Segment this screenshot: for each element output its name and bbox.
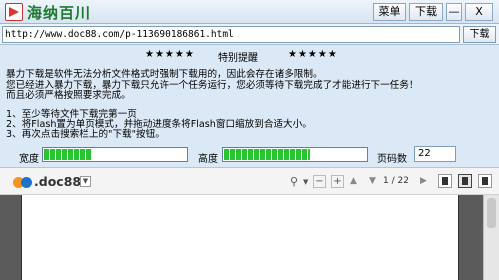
title-bar: 海纳百川 菜单 下载 — X <box>0 0 499 24</box>
notice-paragraph: 暴力下载是软件无法分析文件格式时强制下载用的，因此会存在诸多限制。 <box>6 69 323 80</box>
page-up-icon[interactable]: ▲ <box>350 176 357 186</box>
page-down-icon[interactable]: ▼ <box>369 176 376 186</box>
two-page-view-icon[interactable] <box>478 174 492 188</box>
doc88-logo-icon <box>13 177 33 188</box>
width-slider-fill <box>44 149 92 160</box>
notice-paragraph: 而且必须严格按照要求完成。 <box>6 90 131 101</box>
pages-label: 页码数 <box>377 154 407 165</box>
app-title: 海纳百川 <box>27 4 92 22</box>
height-slider[interactable] <box>222 147 368 162</box>
fit-width-view-icon[interactable] <box>458 174 472 188</box>
width-slider[interactable] <box>42 147 188 162</box>
document-page <box>21 195 459 280</box>
url-download-button[interactable]: 下载 <box>463 26 496 43</box>
height-slider-fill <box>224 149 311 160</box>
address-bar: http://www.doc88.com/p-113690186861.html… <box>0 24 499 45</box>
page-indicator: 1 / 22 <box>383 176 409 186</box>
menu-button[interactable]: 菜单 <box>373 3 406 21</box>
search-icon[interactable]: ⚲ <box>290 175 298 188</box>
viewer-logo-text: .doc88 <box>34 174 82 189</box>
search-dropdown-icon[interactable]: ▼ <box>303 178 308 186</box>
document-scrollbar[interactable] <box>483 195 499 280</box>
scrollbar-thumb[interactable] <box>487 198 496 228</box>
close-button[interactable]: X <box>465 3 493 21</box>
zoom-out-icon[interactable]: − <box>313 175 326 188</box>
height-label: 高度 <box>198 154 218 165</box>
chevron-down-icon[interactable]: ▼ <box>80 176 91 187</box>
width-label: 宽度 <box>19 154 39 165</box>
next-page-icon[interactable]: ▶ <box>420 176 427 186</box>
download-button[interactable]: 下载 <box>409 3 443 21</box>
app-logo-icon <box>5 3 23 21</box>
document-viewer <box>0 195 499 280</box>
viewer-toolbar: .doc88 ▼ ⚲ ▼ − + ▲ ▼ 1 / 22 ▶ <box>0 167 499 195</box>
pages-input[interactable]: 22 <box>414 146 456 162</box>
zoom-in-icon[interactable]: + <box>331 175 344 188</box>
notice-panel: ★★★★★ 特别提醒 ★★★★★ 暴力下载是软件无法分析文件格式时强制下载用的，… <box>0 45 499 167</box>
url-input[interactable]: http://www.doc88.com/p-113690186861.html <box>2 26 460 43</box>
stars-left: ★★★★★ <box>145 49 195 60</box>
step-item: 3、再次点击搜索栏上的"下载"按钮。 <box>6 129 165 140</box>
minimize-button[interactable]: — <box>446 3 462 21</box>
stars-right: ★★★★★ <box>288 49 338 60</box>
notice-title: 特别提醒 <box>218 53 258 64</box>
single-page-view-icon[interactable] <box>438 174 452 188</box>
